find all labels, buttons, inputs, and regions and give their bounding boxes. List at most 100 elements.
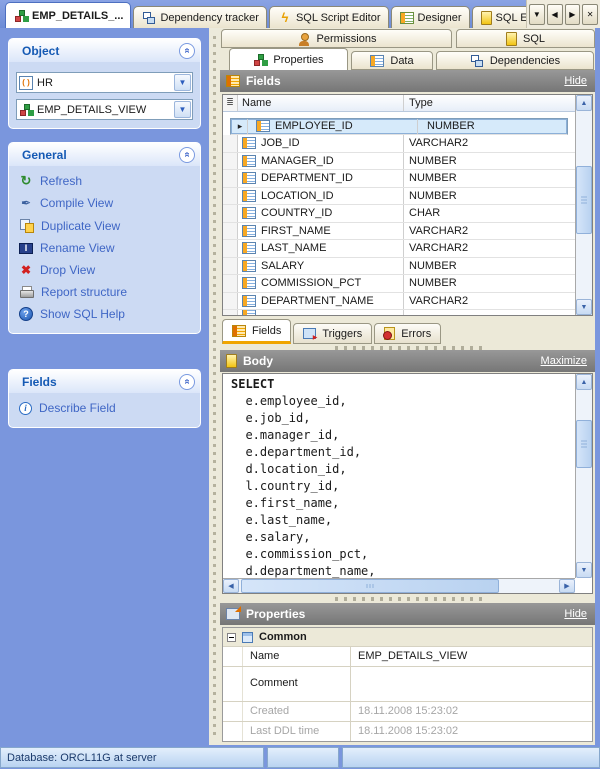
fields-section-header: Fields Hide [220, 70, 595, 92]
schema-select[interactable]: ( ) HR ▼ [16, 72, 193, 93]
property-group-common[interactable]: Common [223, 628, 592, 647]
scroll-up-icon[interactable]: ▲ [576, 374, 592, 390]
collapse-minus-icon[interactable] [227, 632, 236, 642]
table-row[interactable]: ▸ EMPLOYEE_ID NUMBER [230, 117, 568, 136]
field-type-cell: VARCHAR2 [409, 224, 469, 237]
hide-link[interactable]: Hide [564, 75, 587, 87]
collapse-chevron-icon[interactable]: « [179, 146, 195, 163]
subtab-errors[interactable]: Errors [374, 323, 442, 344]
table-row[interactable]: COMMISSION_PCT NUMBER [223, 275, 575, 293]
scroll-up-icon[interactable]: ▲ [576, 95, 592, 111]
action-report-structure[interactable]: Report structure [9, 281, 200, 303]
action-describe-field[interactable]: i Describe Field [9, 397, 200, 419]
scrollbar-thumb[interactable] [241, 579, 499, 593]
property-value[interactable] [351, 667, 592, 701]
table-row[interactable]: SALARY NUMBER [223, 257, 575, 276]
hide-link[interactable]: Hide [564, 608, 587, 620]
chevron-down-icon[interactable]: ▼ [174, 74, 191, 91]
current-row-marker: ▸ [237, 120, 243, 131]
table-row[interactable]: FIRST_NAME VARCHAR2 [223, 222, 575, 241]
property-row-comment[interactable]: Comment [223, 667, 592, 702]
object-select[interactable]: EMP_DETAILS_VIEW ▼ [16, 99, 193, 120]
section-splitter-handle[interactable] [335, 597, 485, 601]
fields-panel-title: Fields [22, 374, 57, 389]
scrollbar-track[interactable] [576, 390, 592, 562]
window-right-frame [595, 28, 600, 745]
field-name-cell: LOCATION_ID [238, 187, 404, 205]
scroll-right-icon[interactable]: ▶ [559, 579, 575, 593]
object-panel-header[interactable]: Object « [9, 39, 200, 62]
table-row[interactable]: COUNTRY_ID CHAR [223, 205, 575, 223]
window-tab-emp-details[interactable]: EMP_DETAILS_... [5, 2, 132, 28]
scrollbar-thumb[interactable] [576, 166, 592, 234]
field-name-cell: MANAGER_ID [238, 152, 404, 170]
field-type-cell: NUMBER [427, 120, 475, 133]
maximize-link[interactable]: Maximize [541, 355, 587, 367]
action-compile-view[interactable]: ✒ Compile View [9, 192, 200, 214]
table-row[interactable]: DEPARTMENT_NAME VARCHAR2 [223, 292, 575, 311]
window-tab-dependency-tracker[interactable]: Dependency tracker [133, 6, 267, 28]
window-tab-sql-script-editor[interactable]: ϟ SQL Script Editor [268, 6, 389, 28]
tab-dependencies[interactable]: Dependencies [436, 51, 594, 70]
table-row[interactable]: DEPARTMENT_ID NUMBER [223, 170, 575, 188]
window-tab-designer[interactable]: Designer [390, 6, 470, 28]
action-label: Report structure [41, 285, 128, 299]
document-icon [480, 10, 492, 25]
tab-list-dropdown-button[interactable]: ▼ [529, 3, 545, 25]
subtab-fields[interactable]: Fields [222, 319, 292, 344]
field-name: EMPLOYEE_ID [275, 120, 353, 133]
tab-close-button[interactable]: ✕ [582, 3, 598, 25]
property-value[interactable]: EMP_DETAILS_VIEW [351, 647, 592, 666]
scrollbar-track[interactable] [239, 579, 559, 593]
sql-line: d.location_id, [231, 462, 347, 476]
property-row-last-ddl[interactable]: Last DDL time 18.11.2008 15:23:02 [223, 722, 592, 741]
object-panel-body: ( ) HR ▼ EMP_DETAILS_VIEW ▼ [9, 62, 200, 128]
window-tab-label: SQL Script Editor [295, 11, 381, 24]
table-row[interactable]: LOCATION_ID NUMBER [223, 187, 575, 206]
general-panel-header[interactable]: General « [9, 143, 200, 166]
properties-section-header: Properties Hide [220, 603, 595, 625]
fields-vertical-scrollbar[interactable]: ▲ ▼ [575, 95, 592, 315]
action-refresh[interactable]: ↻ Refresh [9, 170, 200, 192]
property-row-name[interactable]: Name EMP_DETAILS_VIEW [223, 647, 592, 667]
scroll-down-icon[interactable]: ▼ [576, 562, 592, 578]
scroll-down-icon[interactable]: ▼ [576, 299, 592, 315]
chevron-down-icon[interactable]: ▼ [174, 101, 191, 118]
body-vertical-scrollbar[interactable]: ▲ ▼ [575, 374, 592, 578]
tab-properties[interactable]: Properties [229, 48, 348, 70]
sql-code[interactable]: SELECT e.employee_id, e.job_id, e.manage… [223, 374, 575, 578]
table-row[interactable]: LAST_NAME VARCHAR2 [223, 240, 575, 258]
scrollbar-thumb[interactable] [576, 420, 592, 468]
action-rename-view[interactable]: I Rename View [9, 237, 200, 259]
view-icon [14, 9, 28, 23]
action-duplicate-view[interactable]: Duplicate View [9, 214, 200, 237]
sql-editor[interactable]: SELECT e.employee_id, e.job_id, e.manage… [222, 373, 593, 594]
document-icon [226, 354, 237, 368]
tab-data[interactable]: Data [351, 51, 433, 70]
sql-line: e.department_id, [231, 445, 362, 459]
collapse-chevron-icon[interactable]: « [179, 373, 195, 390]
fields-panel-header[interactable]: Fields « [9, 370, 200, 393]
collapse-chevron-icon[interactable]: « [179, 42, 195, 59]
table-row[interactable]: JOB_ID VARCHAR2 [223, 135, 575, 153]
sidebar-splitter[interactable] [209, 28, 220, 745]
status-segment [342, 747, 600, 768]
column-header-type[interactable]: Type [404, 95, 575, 111]
object-value: EMP_DETAILS_VIEW [37, 103, 147, 116]
field-name: COMMISSION_PCT [261, 277, 362, 290]
action-show-sql-help[interactable]: ? Show SQL Help [9, 303, 200, 325]
field-type-cell: NUMBER [409, 189, 457, 202]
tab-permissions[interactable]: Permissions [221, 29, 452, 48]
action-drop-view[interactable]: ✖ Drop View [9, 259, 200, 281]
property-row-created[interactable]: Created 18.11.2008 15:23:02 [223, 702, 592, 722]
tab-scroll-left-button[interactable]: ◀ [546, 3, 563, 25]
scrollbar-track[interactable] [576, 111, 592, 299]
scroll-left-icon[interactable]: ◀ [223, 579, 239, 593]
refresh-icon: ↻ [20, 173, 32, 188]
tab-sql[interactable]: SQL [456, 29, 595, 48]
subtab-triggers[interactable]: Triggers [293, 323, 373, 344]
table-row[interactable]: MANAGER_ID NUMBER [223, 152, 575, 171]
tab-scroll-right-button[interactable]: ▶ [564, 3, 581, 25]
column-header-name[interactable]: Name [238, 95, 404, 111]
body-horizontal-scrollbar[interactable]: ◀ ▶ [223, 578, 575, 593]
